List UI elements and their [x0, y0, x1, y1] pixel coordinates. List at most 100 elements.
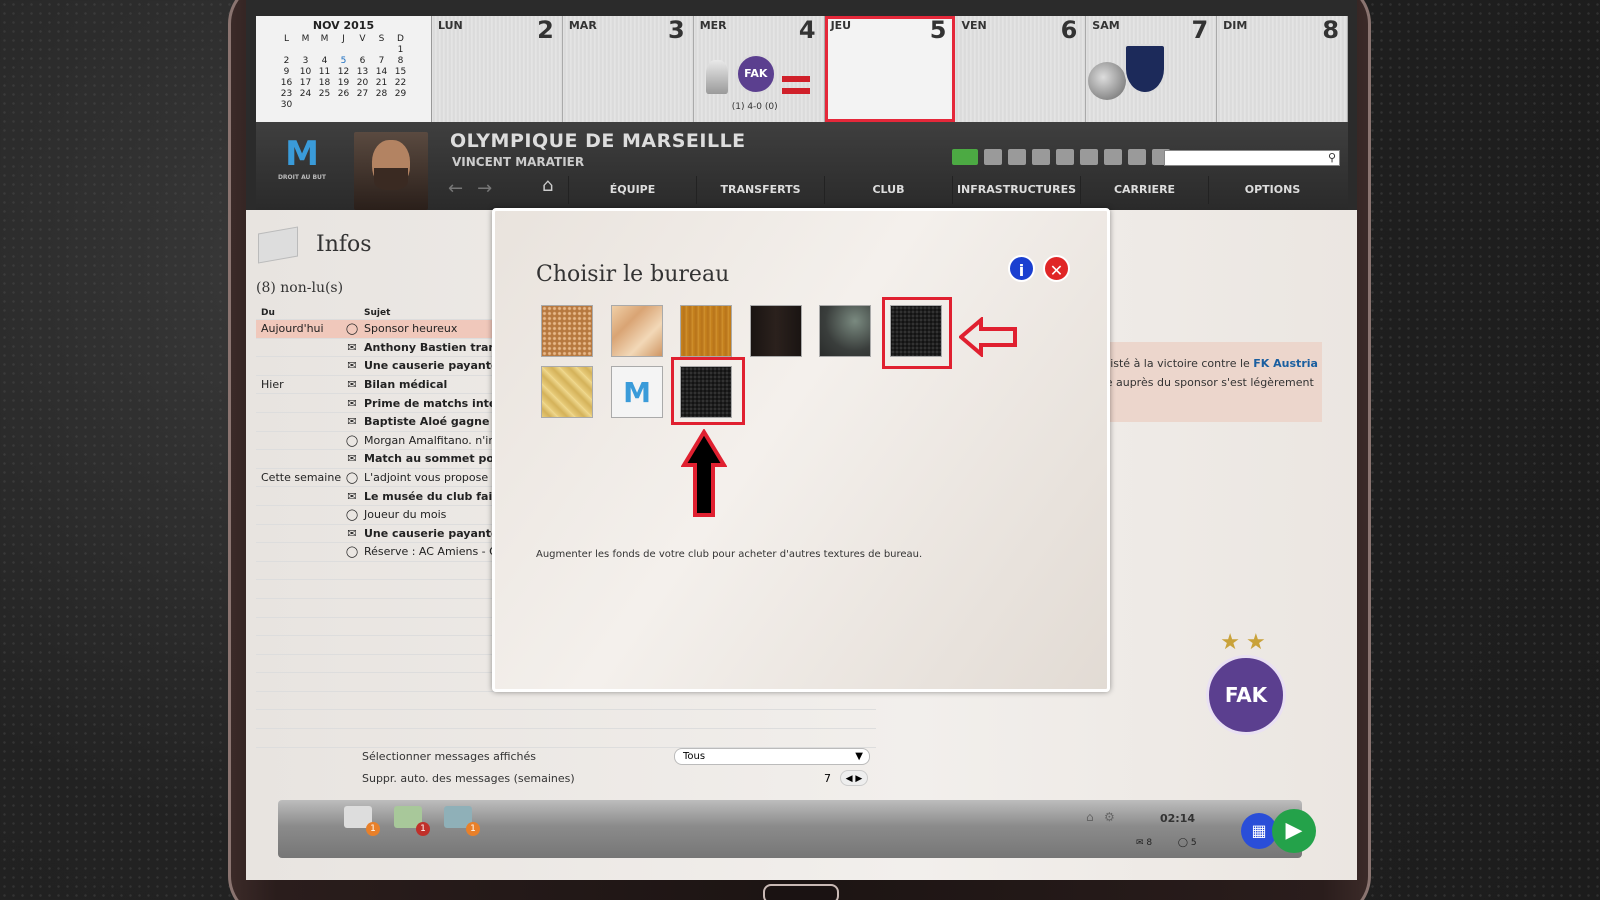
- cal-date[interactable]: 1: [391, 45, 410, 56]
- day-column-lun[interactable]: LUN 2: [432, 16, 563, 122]
- day-name: LUN: [438, 19, 463, 32]
- forward-arrow-icon[interactable]: →: [477, 178, 506, 199]
- lock-icon[interactable]: ⌂: [1086, 810, 1094, 824]
- cal-date[interactable]: 2: [277, 56, 296, 67]
- col-from[interactable]: Du: [256, 308, 342, 318]
- cal-date[interactable]: 27: [353, 89, 372, 100]
- history-arrows[interactable]: ←→: [448, 178, 506, 199]
- tools-icon[interactable]: [1128, 149, 1146, 165]
- cal-date[interactable]: 18: [315, 78, 334, 89]
- cal-date[interactable]: 8: [391, 56, 410, 67]
- cal-date[interactable]: 9: [277, 67, 296, 78]
- texture-dark-wood[interactable]: [750, 305, 802, 357]
- home-icon[interactable]: ⌂: [542, 175, 553, 196]
- day-column-mar[interactable]: MAR 3: [562, 16, 694, 122]
- cal-date[interactable]: 14: [372, 67, 391, 78]
- mini-calendar-grid: LMMJVSD 1 2345678 9 10 11 12 13 14 15 16 17 18 19…: [277, 34, 410, 111]
- cal-date[interactable]: 24: [296, 89, 315, 100]
- cal-date-today[interactable]: 5: [334, 56, 353, 67]
- cal-date[interactable]: 19: [334, 78, 353, 89]
- cal-date[interactable]: 11: [315, 67, 334, 78]
- cal-date[interactable]: [315, 45, 334, 56]
- cal-date[interactable]: [334, 45, 353, 56]
- cal-date[interactable]: 13: [353, 67, 372, 78]
- refresh-icon[interactable]: [1080, 149, 1098, 165]
- day-name: VEN: [961, 19, 987, 32]
- weekday-head: V: [359, 34, 366, 44]
- day-column-dim[interactable]: DIM 8: [1217, 16, 1349, 122]
- cal-date[interactable]: 28: [372, 89, 391, 100]
- news-link[interactable]: FK Austria: [1253, 357, 1318, 370]
- window-icon[interactable]: [1008, 149, 1026, 165]
- finance-notification-icon[interactable]: 1: [394, 806, 430, 836]
- texture-club-logo[interactable]: M: [611, 366, 663, 418]
- cal-date[interactable]: [277, 45, 296, 56]
- nav-carriere[interactable]: CARRIERE: [1080, 176, 1208, 204]
- cal-date[interactable]: 6: [353, 56, 372, 67]
- trophy-tool-icon[interactable]: [1056, 149, 1074, 165]
- cal-date[interactable]: 29: [391, 89, 410, 100]
- close-button[interactable]: ✕: [1043, 255, 1070, 282]
- message-filter-select[interactable]: Tous ▼: [674, 748, 870, 765]
- texture-marble[interactable]: [611, 305, 663, 357]
- day-column-sam[interactable]: SAM 7: [1086, 16, 1218, 122]
- search-input[interactable]: ⚲: [1164, 150, 1340, 166]
- cal-date[interactable]: 10: [296, 67, 315, 78]
- stats-icon[interactable]: [1032, 149, 1050, 165]
- day-column-mer[interactable]: MER 4 FAK (1) 4-0 (0): [693, 16, 825, 122]
- back-arrow-icon[interactable]: ←: [448, 178, 477, 199]
- info-button[interactable]: i: [1008, 255, 1035, 282]
- cal-date[interactable]: 4: [315, 56, 334, 67]
- cal-date[interactable]: 25: [315, 89, 334, 100]
- continue-button[interactable]: ▶: [1272, 809, 1316, 853]
- globe-icon[interactable]: [1104, 149, 1122, 165]
- cal-date[interactable]: 22: [391, 78, 410, 89]
- settings-icon[interactable]: ⚙: [1104, 810, 1115, 824]
- row-subject: Une causerie payante: [364, 526, 499, 540]
- cal-date[interactable]: 21: [372, 78, 391, 89]
- cal-date[interactable]: 15: [391, 67, 410, 78]
- notification-badge: 1: [416, 822, 430, 836]
- day-column-jeu-selected[interactable]: JEU 5: [824, 16, 956, 122]
- texture-black-leather-1[interactable]: [890, 305, 942, 357]
- cal-date[interactable]: [296, 45, 315, 56]
- texture-cork[interactable]: [541, 305, 593, 357]
- transfer-notification-icon[interactable]: 1: [444, 806, 480, 836]
- weeks-stepper[interactable]: ◀ ▶: [840, 770, 868, 786]
- day-column-ven[interactable]: VEN 6: [955, 16, 1087, 122]
- cal-date[interactable]: [372, 45, 391, 56]
- col-subject[interactable]: Sujet: [362, 308, 502, 318]
- weekday-head: J: [342, 34, 345, 44]
- search-icon[interactable]: ⚲: [1328, 151, 1336, 164]
- texture-black-leather-2[interactable]: [680, 366, 732, 418]
- cal-date[interactable]: 12: [334, 67, 353, 78]
- row-subject: Bilan médical: [364, 378, 448, 392]
- cal-date[interactable]: 20: [353, 78, 372, 89]
- manager-avatar[interactable]: [354, 132, 428, 210]
- newspaper-icon[interactable]: [984, 149, 1002, 165]
- nav-options[interactable]: OPTIONS: [1208, 176, 1336, 204]
- texture-wood[interactable]: [680, 305, 732, 357]
- nav-transferts[interactable]: TRANSFERTS: [696, 176, 824, 204]
- row-date: Aujourd'hui: [261, 322, 324, 336]
- cal-date[interactable]: 23: [277, 89, 296, 100]
- row-subject: Joueur du mois: [364, 508, 447, 522]
- club-logo[interactable]: M DROIT AU BUT: [274, 134, 330, 198]
- cal-date[interactable]: 7: [372, 56, 391, 67]
- day-name: JEU: [830, 19, 852, 32]
- tablet-home-button[interactable]: [763, 884, 839, 900]
- texture-gold-weave[interactable]: [541, 366, 593, 418]
- nav-equipe[interactable]: ÉQUIPE: [568, 176, 696, 204]
- battery-icon[interactable]: [952, 149, 978, 165]
- nav-club[interactable]: CLUB: [824, 176, 952, 204]
- mail-notification-icon[interactable]: 1: [344, 806, 380, 836]
- cal-date[interactable]: 3: [296, 56, 315, 67]
- cal-date[interactable]: 30: [277, 100, 296, 111]
- mini-calendar[interactable]: NOV 2015 LMMJVSD 1 2345678 9 10 11 12 13 14 15…: [256, 16, 432, 122]
- texture-slate[interactable]: [819, 305, 871, 357]
- cal-date[interactable]: 17: [296, 78, 315, 89]
- nav-infrastructures[interactable]: INFRASTRUCTURES: [952, 176, 1080, 204]
- cal-date[interactable]: [353, 45, 372, 56]
- cal-date[interactable]: 16: [277, 78, 296, 89]
- cal-date[interactable]: 26: [334, 89, 353, 100]
